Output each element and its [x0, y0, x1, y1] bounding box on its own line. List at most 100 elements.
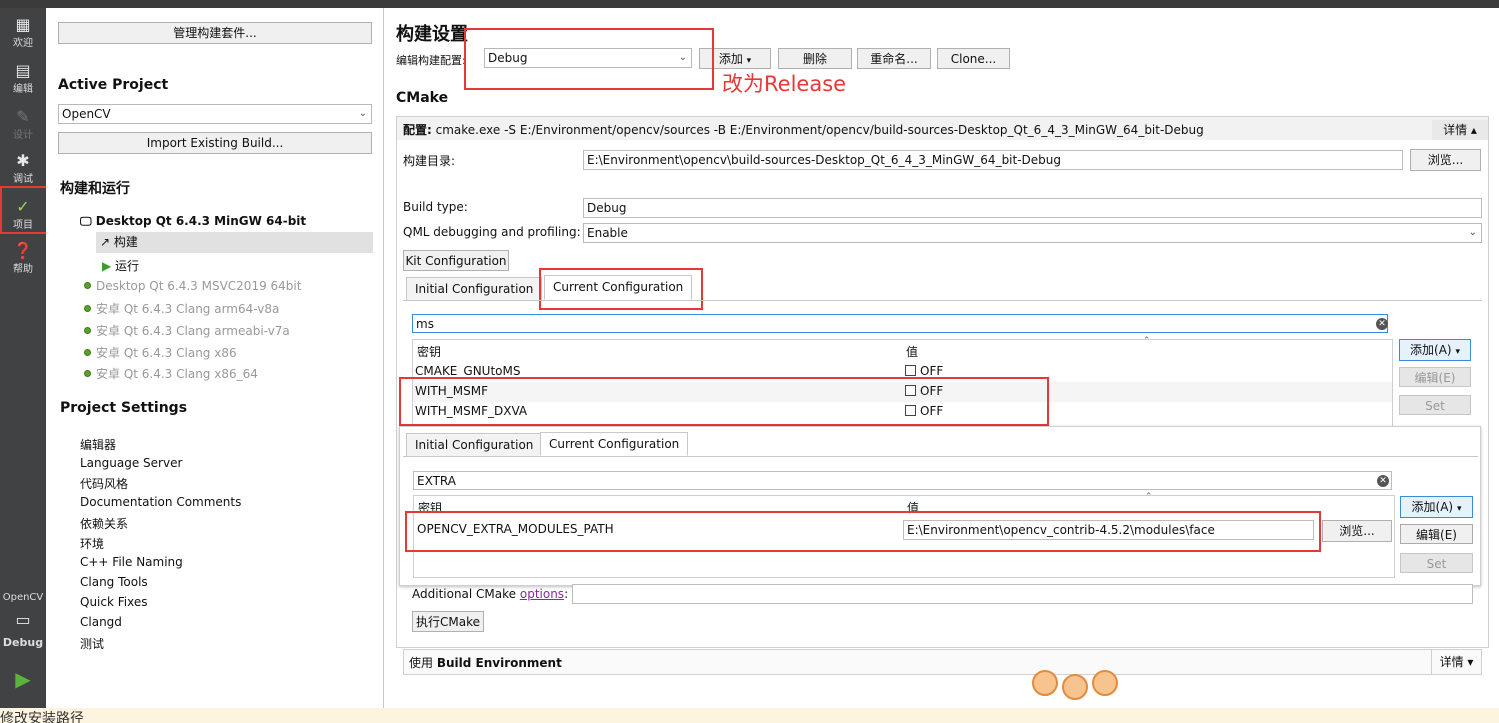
play-icon: ▶ [102, 259, 116, 273]
mode-design[interactable]: ✎ 设计 [0, 107, 46, 142]
add-entry-button[interactable]: 添加(A) ▾ [1400, 496, 1473, 518]
build-type-label: Build type: [403, 200, 468, 214]
grid-icon: ▦ [15, 15, 31, 34]
filter-input[interactable]: ms [412, 314, 1388, 333]
settings-item[interactable]: Clangd [80, 615, 122, 629]
settings-item[interactable]: Language Server [80, 456, 182, 470]
help-icon: ❓ [13, 241, 33, 260]
table-row-value[interactable]: OFF [905, 364, 943, 378]
mode-debug[interactable]: ✱ 调试 [0, 151, 46, 186]
manage-kits-button[interactable]: 管理构建套件... [58, 22, 372, 44]
rename-config-button[interactable]: 重命名... [857, 48, 931, 69]
settings-item[interactable]: Clang Tools [80, 575, 148, 589]
kit-item[interactable]: 安卓 Qt 6.4.3 Clang x86_64 [84, 365, 258, 382]
run-icon[interactable]: ▶ [0, 669, 46, 689]
settings-item[interactable]: 编辑器 [80, 436, 116, 453]
build-run-heading: 构建和运行 [60, 181, 130, 197]
kit-main[interactable]: 🖵 Desktop Qt 6.4.3 MinGW 64-bit [80, 214, 306, 229]
mode-welcome[interactable]: ▦ 欢迎 [0, 15, 46, 50]
highlight-msmf-rows [399, 377, 1049, 426]
build-dir-input[interactable]: E:\Environment\opencv\build-sources-Desk… [583, 150, 1403, 170]
tab-current-config[interactable]: Current Configuration [540, 432, 689, 456]
settings-item[interactable]: C++ File Naming [80, 555, 183, 569]
tab-initial-config[interactable]: Initial Configuration [406, 433, 543, 457]
pencil-icon: ✎ [16, 107, 30, 126]
settings-item[interactable]: Documentation Comments [80, 495, 241, 509]
tree-run[interactable]: ▶ 运行 [102, 257, 139, 274]
tab-divider [403, 300, 1482, 301]
delete-config-button[interactable]: 删除 [778, 48, 852, 69]
settings-item[interactable]: 测试 [80, 635, 104, 652]
sort-indicator-icon: ⌃ [1143, 336, 1151, 346]
mode-help[interactable]: ❓ 帮助 [0, 241, 46, 276]
highlight-config-select [464, 28, 714, 90]
kit-status-icon [84, 305, 91, 312]
build-env-bar [403, 649, 1482, 675]
browse-build-dir-button[interactable]: 浏览... [1410, 149, 1481, 171]
col-value-header[interactable]: 值 [906, 343, 918, 360]
chevron-down-icon: ▾ [1467, 655, 1474, 669]
target-project-label[interactable]: OpenCV [0, 592, 46, 603]
edit-entry-button[interactable]: 编辑(E) [1399, 367, 1471, 387]
kit-status-icon [84, 282, 91, 289]
qml-label: QML debugging and profiling: [403, 225, 581, 239]
bug-icon: ✱ [16, 151, 30, 170]
sort-indicator-icon: ⌃ [1145, 492, 1153, 502]
caption-text: 修改安装路径 [0, 708, 1499, 723]
settings-item[interactable]: 代码风格 [80, 475, 128, 492]
build-settings-panel: 构建设置 编辑构建配置: Debug ⌄ 添加 ▾ 删除 重命名... Clone… [385, 8, 1499, 708]
additional-cmake-input[interactable] [572, 584, 1473, 604]
import-build-button[interactable]: Import Existing Build... [58, 132, 372, 154]
kit-item[interactable]: 安卓 Qt 6.4.3 Clang x86 [84, 344, 237, 361]
details-toggle[interactable]: 详情 ▾ [1431, 650, 1481, 674]
settings-item[interactable]: 依赖关系 [80, 515, 128, 532]
tree-build[interactable]: ↗ 构建 [96, 232, 373, 253]
checkbox[interactable] [905, 365, 916, 376]
kit-status-icon [84, 327, 91, 334]
edit-entry-button[interactable]: 编辑(E) [1400, 524, 1473, 544]
clear-filter-icon[interactable]: ✕ [1377, 475, 1389, 487]
col-key-header[interactable]: 密钥 [417, 343, 441, 360]
kit-config-button[interactable]: Kit Configuration [403, 250, 509, 271]
additional-cmake-label: Additional CMake options: [412, 587, 569, 601]
add-entry-button[interactable]: 添加(A) ▾ [1399, 339, 1471, 361]
build-env-label: 使用 Build Environment [409, 656, 562, 670]
build-dir-label: 构建目录: [403, 154, 456, 168]
settings-item[interactable]: Quick Fixes [80, 595, 147, 609]
monitor-icon: 🖵 [80, 214, 96, 228]
options-link[interactable]: options [520, 587, 564, 601]
tab-divider [403, 456, 1478, 457]
details-toggle[interactable]: 详情 ▴ [1432, 120, 1488, 140]
set-entry-button[interactable]: Set [1400, 553, 1473, 573]
qml-select[interactable]: Enable ⌄ [583, 223, 1482, 243]
monitor-icon[interactable]: ▭ [0, 611, 46, 629]
chevron-down-icon: ⌄ [1468, 227, 1477, 238]
tab-initial-config[interactable]: Initial Configuration [406, 277, 543, 301]
kit-item[interactable]: 安卓 Qt 6.4.3 Clang arm64-v8a [84, 300, 279, 317]
set-entry-button[interactable]: Set [1399, 395, 1471, 415]
clear-filter-icon[interactable]: ✕ [1376, 318, 1388, 330]
chevron-up-icon: ▴ [1470, 123, 1477, 137]
clone-config-button[interactable]: Clone... [937, 48, 1010, 69]
run-cmake-button[interactable]: 执行CMake [412, 611, 484, 632]
filter-input[interactable]: EXTRA [413, 471, 1392, 490]
browse-path-button[interactable]: 浏览... [1322, 520, 1392, 542]
target-build-label: Debug [2, 636, 44, 649]
settings-item[interactable]: 环境 [80, 535, 104, 552]
project-settings-heading: Project Settings [60, 400, 188, 416]
config-command: 配置: cmake.exe -S E:/Environment/opencv/s… [403, 123, 1204, 137]
dropdown-arrow-icon: ▾ [746, 56, 752, 66]
annotation-text: 改为Release [722, 72, 847, 96]
kit-item[interactable]: 安卓 Qt 6.4.3 Clang armeabi-v7a [84, 322, 290, 339]
edit-config-label: 编辑构建配置: [396, 54, 466, 67]
highlight-current-tab [539, 268, 703, 310]
mode-edit[interactable]: ▤ 编辑 [0, 62, 46, 96]
table-row-key[interactable]: CMAKE_GNUtoMS [415, 364, 520, 378]
build-type-input[interactable]: Debug [583, 198, 1482, 218]
kit-item[interactable]: Desktop Qt 6.4.3 MSVC2019 64bit [84, 279, 301, 293]
chevron-down-icon: ⌄ [358, 108, 367, 119]
cmake-heading: CMake [396, 90, 449, 106]
active-project-select[interactable]: OpenCV ⌄ [58, 104, 372, 124]
page-title: 构建设置 [396, 24, 468, 45]
kit-status-icon [84, 349, 91, 356]
